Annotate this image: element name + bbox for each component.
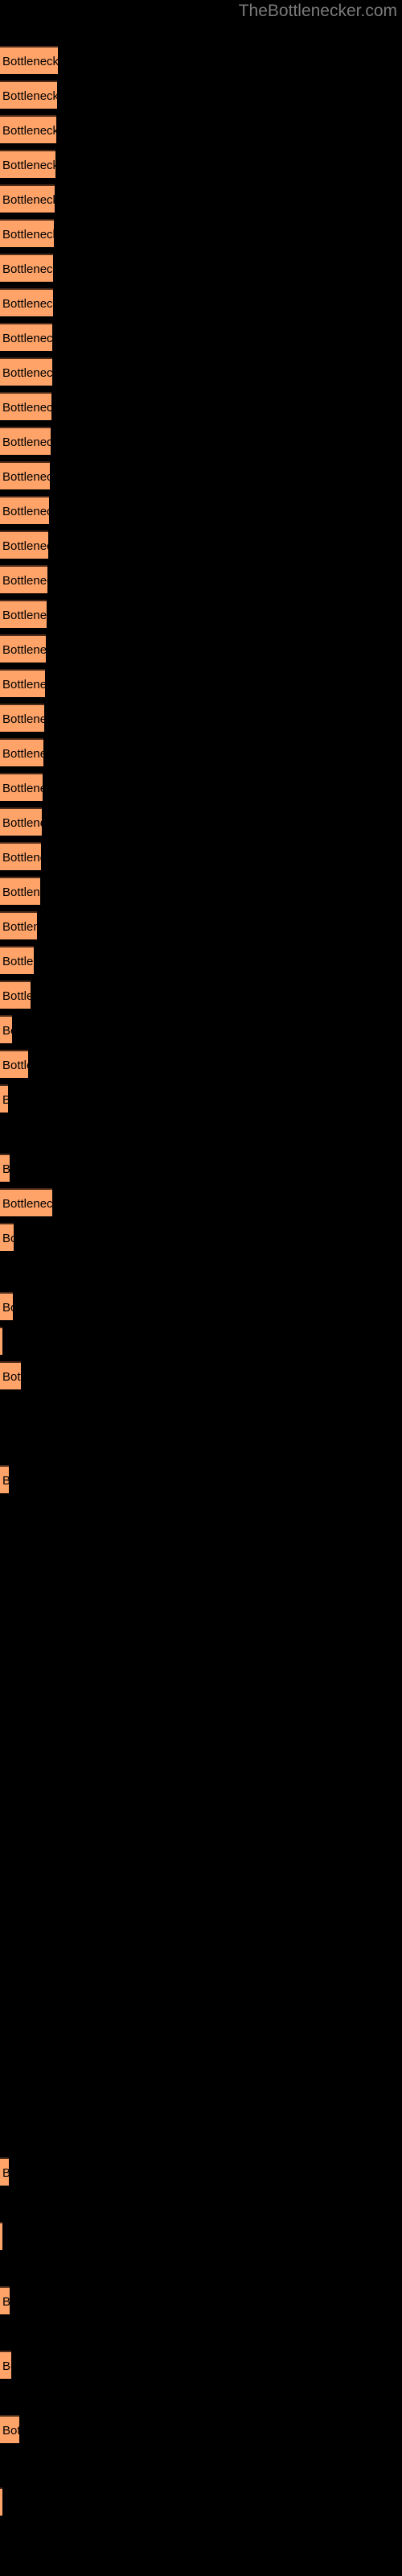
- bar-rect[interactable]: Bottleneck result: [0, 634, 46, 663]
- bar-rect[interactable]: Bottleneck result: [0, 773, 43, 801]
- bar-rect[interactable]: Bottleneck result: [0, 980, 31, 1009]
- bar-rect[interactable]: Bottleneck result: [0, 288, 53, 316]
- bar-label: Bottleneck result: [2, 2159, 9, 2186]
- bar-label: Bottleneck result: [2, 297, 53, 311]
- bar-label: Bottleneck result: [2, 366, 52, 380]
- bar-rect[interactable]: Bottleneck result: [0, 357, 52, 386]
- bar-label: Bottleneck result: [2, 886, 40, 899]
- bar-rect[interactable]: Bottleneck result: [0, 1292, 13, 1320]
- bar-label: Bottleneck result: [2, 574, 47, 588]
- bar-label: Bottleneck result: [2, 712, 44, 726]
- bar-rect[interactable]: Bottleneck result: [0, 2286, 10, 2314]
- bar-rect[interactable]: Bottleneck result: [0, 1015, 12, 1043]
- bar-label: Bottleneck result: [2, 124, 56, 138]
- bar-label: Bottleneck result: [2, 643, 46, 657]
- bar-label: Bottleneck result: [2, 470, 50, 484]
- bar-rect[interactable]: Bottleneck result: [0, 461, 50, 489]
- bar-label: Bottleneck result: [2, 2359, 11, 2373]
- bar-rect[interactable]: Bottleneck result: [0, 1465, 9, 1493]
- bar-label: Bottleneck result: [2, 1155, 10, 1182]
- bar-rect[interactable]: Bottleneck result: [0, 46, 58, 74]
- bar-label: Bottleneck result: [2, 989, 31, 1003]
- bar-label: Bottleneck result: [2, 609, 47, 622]
- bar-label: Bottleneck result: [2, 505, 49, 518]
- bar-label: Bottleneck result: [2, 2288, 10, 2314]
- bar-label: Bottleneck result: [2, 193, 55, 207]
- bar-rect[interactable]: Bottleneck result: [0, 1188, 52, 1216]
- bar-rect[interactable]: Bottleneck result: [0, 184, 55, 213]
- bar-rect[interactable]: Bottleneck result: [0, 115, 56, 143]
- bar-rect[interactable]: Bottleneck result: [0, 704, 44, 732]
- bar-rect[interactable]: Bottleneck result: [0, 842, 41, 870]
- bar-rect[interactable]: Bottleneck result: [0, 946, 34, 974]
- bar-rect[interactable]: Bottleneck result: [0, 2222, 2, 2250]
- bar-rect[interactable]: Bottleneck result: [0, 669, 45, 697]
- bar-label: Bottleneck result: [2, 1086, 8, 1113]
- bar-label: Bottleneck result: [2, 436, 51, 449]
- bar-label: Bottleneck result: [2, 747, 43, 761]
- bar-series-layer: Bottleneck result Bottleneck result Bottle…: [0, 0, 402, 2576]
- bar-label: Bottleneck result: [2, 1059, 28, 1072]
- bar-rect[interactable]: Bottleneck result: [0, 496, 49, 524]
- bar-rect[interactable]: Bottleneck result: [0, 807, 42, 836]
- bar-rect[interactable]: Bottleneck result: [0, 427, 51, 455]
- bar-rect[interactable]: Bottleneck result: [0, 392, 51, 420]
- bar-label: Bottleneck result: [2, 1467, 9, 1493]
- bar-label: Bottleneck result: [2, 782, 43, 795]
- bar-rect[interactable]: Bottleneck result: [0, 738, 43, 766]
- bar-rect[interactable]: Bottleneck result: [0, 2351, 11, 2379]
- bar-rect[interactable]: Bottleneck result: [0, 565, 47, 593]
- bar-rect[interactable]: Bottleneck result: [0, 1050, 28, 1078]
- bar-label: Bottleneck result: [2, 401, 51, 415]
- bar-label: Bottleneck result: [2, 1370, 21, 1384]
- bar-label: Bottleneck result: [2, 89, 57, 103]
- bar-rect[interactable]: Bottleneck result: [0, 600, 47, 628]
- bar-rect[interactable]: Bottleneck result: [0, 1154, 10, 1182]
- bar-rect[interactable]: Bottleneck result: [0, 2487, 2, 2516]
- bar-rect[interactable]: Bottleneck result: [0, 1084, 8, 1113]
- bar-label: Bottleneck result: [2, 816, 42, 830]
- bar-label: Bottleneck result: [2, 1232, 14, 1245]
- bar-label: Bottleneck result: [2, 955, 34, 968]
- bar-label: Bottleneck result: [2, 262, 53, 276]
- bar-label: Bottleneck result: [2, 1301, 13, 1315]
- bottleneck-bar-chart: TheBottlenecker.com Bottleneck resultBot…: [0, 0, 402, 2576]
- bar-label: Bottleneck result: [2, 332, 52, 345]
- bar-label: Bottleneck result: [2, 678, 45, 691]
- bar-rect[interactable]: Bottleneck result: [0, 323, 52, 351]
- bar-rect[interactable]: Bottleneck result: [0, 911, 37, 939]
- bar-rect[interactable]: Bottleneck result: [0, 2415, 19, 2443]
- bar-label: Bottleneck result: [2, 55, 58, 68]
- bar-rect[interactable]: Bottleneck result: [0, 1223, 14, 1251]
- bar-label: Bottleneck result: [2, 539, 48, 553]
- bar-rect[interactable]: Bottleneck result: [0, 254, 53, 282]
- bar-rect[interactable]: Bottleneck result: [0, 80, 57, 109]
- bar-rect[interactable]: Bottleneck result: [0, 219, 54, 247]
- bar-rect[interactable]: Bottleneck result: [0, 1361, 21, 1389]
- bar-label: Bottleneck result: [2, 1197, 52, 1211]
- bar-rect[interactable]: Bottleneck result: [0, 2157, 9, 2186]
- bar-label: Bottleneck result: [2, 851, 41, 865]
- bar-rect[interactable]: Bottleneck result: [0, 877, 40, 905]
- bar-label: Bottleneck result: [2, 1024, 12, 1038]
- bar-label: Bottleneck result: [2, 228, 54, 242]
- bar-rect[interactable]: Bottleneck result: [0, 150, 55, 178]
- bar-rect[interactable]: Bottleneck result: [0, 530, 48, 559]
- bar-label: Bottleneck result: [2, 2424, 19, 2438]
- bar-rect[interactable]: Bottleneck result: [0, 1327, 2, 1355]
- bar-label: Bottleneck result: [2, 159, 55, 172]
- bar-label: Bottleneck result: [2, 920, 37, 934]
